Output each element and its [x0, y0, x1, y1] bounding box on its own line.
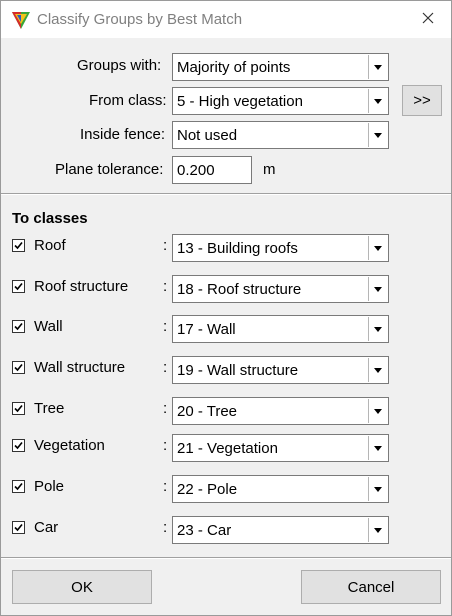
class-checkbox[interactable]	[12, 320, 25, 333]
class-label: Wall	[34, 318, 63, 335]
class-colon: :	[163, 437, 168, 454]
to-classes-heading: To classes	[12, 210, 88, 227]
checkmark-icon	[14, 482, 23, 491]
checkmark-icon	[14, 404, 23, 413]
class-target-value: 18 - Roof structure	[177, 281, 302, 298]
class-colon: :	[163, 318, 168, 335]
chevron-down-icon[interactable]	[368, 277, 387, 301]
checkmark-icon	[14, 441, 23, 450]
class-target-value: 19 - Wall structure	[177, 362, 299, 379]
checkmark-icon	[14, 282, 23, 291]
class-label: Roof	[34, 237, 66, 254]
chevron-down-icon[interactable]	[368, 399, 387, 423]
class-label: Tree	[34, 400, 65, 417]
close-icon	[422, 11, 434, 28]
class-checkbox[interactable]	[12, 361, 25, 374]
class-target-dropdown[interactable]: 19 - Wall structure	[172, 356, 389, 384]
chevron-down-icon[interactable]	[368, 436, 387, 460]
plane-tolerance-label: Plane tolerance:	[55, 161, 164, 178]
checkmark-icon	[14, 523, 23, 532]
class-checkbox[interactable]	[12, 521, 25, 534]
class-target-value: 20 - Tree	[177, 403, 238, 420]
class-colon: :	[163, 237, 168, 254]
class-checkbox[interactable]	[12, 480, 25, 493]
class-checkbox[interactable]	[12, 439, 25, 452]
ok-button[interactable]: OK	[12, 570, 152, 604]
class-label: Wall structure	[34, 359, 126, 376]
checkmark-icon	[14, 241, 23, 250]
dialog-window: Classify Groups by Best Match Groups wit…	[0, 0, 452, 616]
class-colon: :	[163, 478, 168, 495]
class-colon: :	[163, 400, 168, 417]
section-divider	[1, 193, 451, 195]
groups-with-value: Majority of points	[177, 59, 291, 76]
class-target-dropdown[interactable]: 18 - Roof structure	[172, 275, 389, 303]
window-title: Classify Groups by Best Match	[37, 11, 243, 28]
class-checkbox[interactable]	[12, 239, 25, 252]
chevron-down-icon[interactable]	[368, 89, 387, 113]
class-target-dropdown[interactable]: 22 - Pole	[172, 475, 389, 503]
plane-tolerance-value: 0.200	[177, 162, 215, 179]
class-checkbox[interactable]	[12, 280, 25, 293]
chevron-down-icon[interactable]	[368, 236, 387, 260]
chevron-down-icon[interactable]	[368, 358, 387, 382]
class-colon: :	[163, 278, 168, 295]
class-colon: :	[163, 519, 168, 536]
chevron-down-icon[interactable]	[368, 55, 387, 79]
groups-with-dropdown[interactable]: Majority of points	[172, 53, 389, 81]
class-target-value: 22 - Pole	[177, 481, 238, 498]
cancel-button[interactable]: Cancel	[301, 570, 441, 604]
class-label: Pole	[34, 478, 65, 495]
class-target-value: 13 - Building roofs	[177, 240, 298, 257]
inside-fence-label: Inside fence:	[80, 126, 166, 143]
class-checkbox[interactable]	[12, 402, 25, 415]
class-target-value: 17 - Wall	[177, 321, 236, 338]
class-target-dropdown[interactable]: 17 - Wall	[172, 315, 389, 343]
chevron-down-icon[interactable]	[368, 518, 387, 542]
more-button[interactable]: >>	[402, 85, 442, 116]
from-class-dropdown[interactable]: 5 - High vegetation	[172, 87, 389, 115]
from-class-label: From class:	[89, 92, 167, 109]
class-target-value: 23 - Car	[177, 522, 232, 539]
chevron-down-icon[interactable]	[368, 477, 387, 501]
from-class-value: 5 - High vegetation	[177, 93, 303, 110]
plane-tolerance-unit: m	[263, 161, 276, 178]
plane-tolerance-input[interactable]: 0.200	[172, 156, 252, 184]
footer-divider	[1, 557, 451, 559]
chevron-down-icon[interactable]	[368, 123, 387, 147]
class-label: Roof structure	[34, 278, 129, 295]
chevron-down-icon[interactable]	[368, 317, 387, 341]
class-label: Car	[34, 519, 59, 536]
class-target-dropdown[interactable]: 23 - Car	[172, 516, 389, 544]
class-target-dropdown[interactable]: 21 - Vegetation	[172, 434, 389, 462]
close-button[interactable]	[405, 1, 451, 38]
app-logo-icon	[11, 10, 31, 30]
class-colon: :	[163, 359, 168, 376]
checkmark-icon	[14, 363, 23, 372]
inside-fence-dropdown[interactable]: Not used	[172, 121, 389, 149]
checkmark-icon	[14, 322, 23, 331]
class-target-dropdown[interactable]: 20 - Tree	[172, 397, 389, 425]
class-target-value: 21 - Vegetation	[177, 440, 278, 457]
class-label: Vegetation	[34, 437, 105, 454]
groups-with-label: Groups with:	[77, 57, 162, 74]
inside-fence-value: Not used	[177, 127, 238, 144]
title-bar: Classify Groups by Best Match	[1, 1, 451, 38]
class-target-dropdown[interactable]: 13 - Building roofs	[172, 234, 389, 262]
